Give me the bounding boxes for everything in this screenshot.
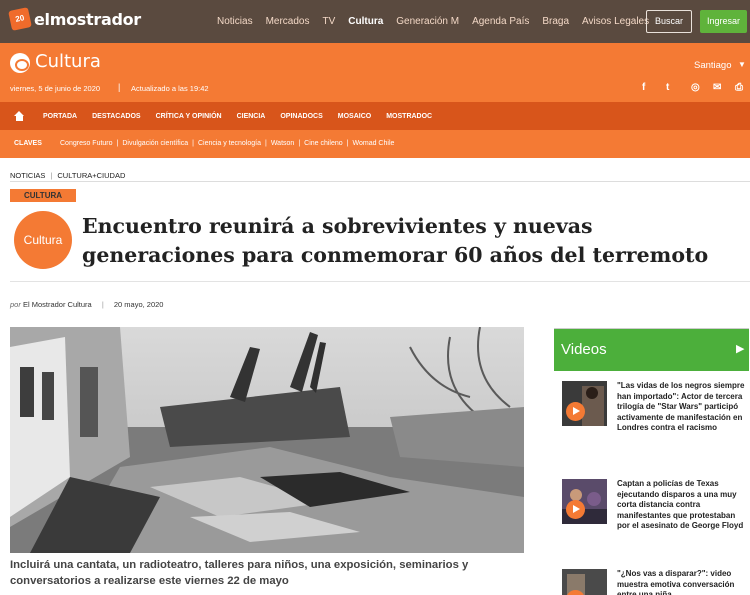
- nav-mosaico[interactable]: MOSAICO: [338, 113, 371, 120]
- tag-link[interactable]: Congreso Futuro: [60, 140, 113, 147]
- claves-tags: Congreso Futuro | Divulgación científica |…: [60, 140, 395, 147]
- topnav-braga[interactable]: Braga: [542, 16, 569, 27]
- claves-label: CLAVES: [14, 140, 42, 147]
- divider: [10, 281, 750, 282]
- section-header: Cultura viernes, 5 de junio de 2020 | Ac…: [0, 43, 750, 102]
- nav-destacados[interactable]: DESTACADOS: [92, 113, 140, 120]
- article-title: Encuentro reunirá a sobrevivientes y nue…: [82, 214, 709, 267]
- article-photo: [10, 327, 524, 553]
- video-thumbnail[interactable]: [562, 479, 607, 524]
- nav-critica-opinion[interactable]: CRÍTICA Y OPINIÓN: [156, 113, 222, 120]
- tag-link[interactable]: Watson: [271, 140, 294, 147]
- section-title[interactable]: Cultura: [35, 51, 101, 72]
- site-logo[interactable]: 20 elmostrador: [8, 7, 141, 31]
- byline: por El Mostrador Cultura | 20 mayo, 2020: [10, 300, 164, 309]
- videos-title: Videos: [561, 341, 607, 358]
- home-icon[interactable]: [14, 111, 25, 121]
- author-link[interactable]: El Mostrador Cultura: [23, 300, 92, 309]
- tag-link[interactable]: Ciencia y tecnología: [198, 140, 261, 147]
- topnav-avisos-legales[interactable]: Avisos Legales: [582, 16, 649, 27]
- print-icon[interactable]: ⎙: [735, 82, 743, 93]
- top-navigation: Noticias Mercados TV Cultura Generación …: [217, 0, 662, 43]
- nav-ciencia[interactable]: CIENCIA: [237, 113, 266, 120]
- videos-header[interactable]: Videos ▶: [554, 328, 749, 371]
- publish-date: 20 mayo, 2020: [113, 300, 164, 309]
- topnav-mercados[interactable]: Mercados: [266, 16, 310, 27]
- video-title[interactable]: Captan a policías de Texas ejecutando di…: [617, 479, 745, 532]
- eye-icon: [10, 53, 30, 73]
- city-selector[interactable]: Santiago: [694, 60, 732, 71]
- anniversary-badge: 20: [8, 7, 32, 31]
- instagram-icon[interactable]: ◎: [691, 82, 700, 93]
- breadcrumb: NOTICIAS | CULTURA+CIUDAD: [10, 171, 126, 180]
- updated-time: Actualizado a las 19:42: [131, 84, 209, 93]
- login-button[interactable]: Ingresar: [700, 10, 747, 33]
- video-title[interactable]: "Las vidas de los negros siempre han imp…: [617, 381, 745, 434]
- photo-caption: Incluirá una cantata, un radioteatro, ta…: [10, 559, 469, 587]
- nav-portada[interactable]: PORTADA: [43, 113, 77, 120]
- facebook-icon[interactable]: f: [642, 82, 645, 93]
- search-button[interactable]: Buscar: [646, 10, 692, 33]
- video-title[interactable]: "¿Nos vas a disparar?": video muestra em…: [617, 569, 745, 595]
- twitter-icon[interactable]: t: [666, 82, 669, 93]
- main-navigation: PORTADA DESTACADOS CRÍTICA Y OPINIÓN CIE…: [0, 102, 750, 130]
- tag-link[interactable]: Womad Chile: [353, 140, 395, 147]
- claves-bar: CLAVES Congreso Futuro | Divulgación cien…: [0, 130, 750, 158]
- tag-link[interactable]: Divulgación científica: [122, 140, 188, 147]
- top-bar: 20 elmostrador Noticias Mercados TV Cult…: [0, 0, 750, 43]
- video-thumbnail[interactable]: [562, 381, 607, 426]
- nav-mostradoc[interactable]: MOSTRADOC: [386, 113, 432, 120]
- topnav-tv[interactable]: TV: [322, 16, 335, 27]
- nav-opinadocs[interactable]: OPINADOCS: [280, 113, 322, 120]
- section-badge: Cultura: [14, 211, 72, 269]
- play-icon[interactable]: [566, 500, 585, 519]
- breadcrumb-item[interactable]: CULTURA+CIUDAD: [57, 171, 125, 180]
- topnav-cultura[interactable]: Cultura: [348, 16, 383, 27]
- topnav-noticias[interactable]: Noticias: [217, 16, 253, 27]
- video-thumbnail[interactable]: [562, 569, 607, 595]
- logo-text: elmostrador: [34, 9, 141, 29]
- chevron-right-icon[interactable]: ▶: [736, 342, 744, 355]
- tag-link[interactable]: Cine chileno: [304, 140, 343, 147]
- category-tag[interactable]: CULTURA: [10, 189, 76, 202]
- mail-icon[interactable]: ✉: [713, 82, 721, 93]
- breadcrumb-item[interactable]: NOTICIAS: [10, 171, 45, 180]
- play-icon[interactable]: [566, 402, 585, 421]
- chevron-down-icon[interactable]: ▼: [738, 60, 746, 69]
- date-separator: |: [118, 82, 121, 92]
- earthquake-photo: [10, 327, 524, 553]
- topnav-generacion-m[interactable]: Generación M: [396, 16, 459, 27]
- topnav-agenda-pais[interactable]: Agenda País: [472, 16, 529, 27]
- byline-prefix: por: [10, 300, 21, 309]
- divider: [10, 181, 750, 182]
- current-date: viernes, 5 de junio de 2020: [10, 84, 101, 93]
